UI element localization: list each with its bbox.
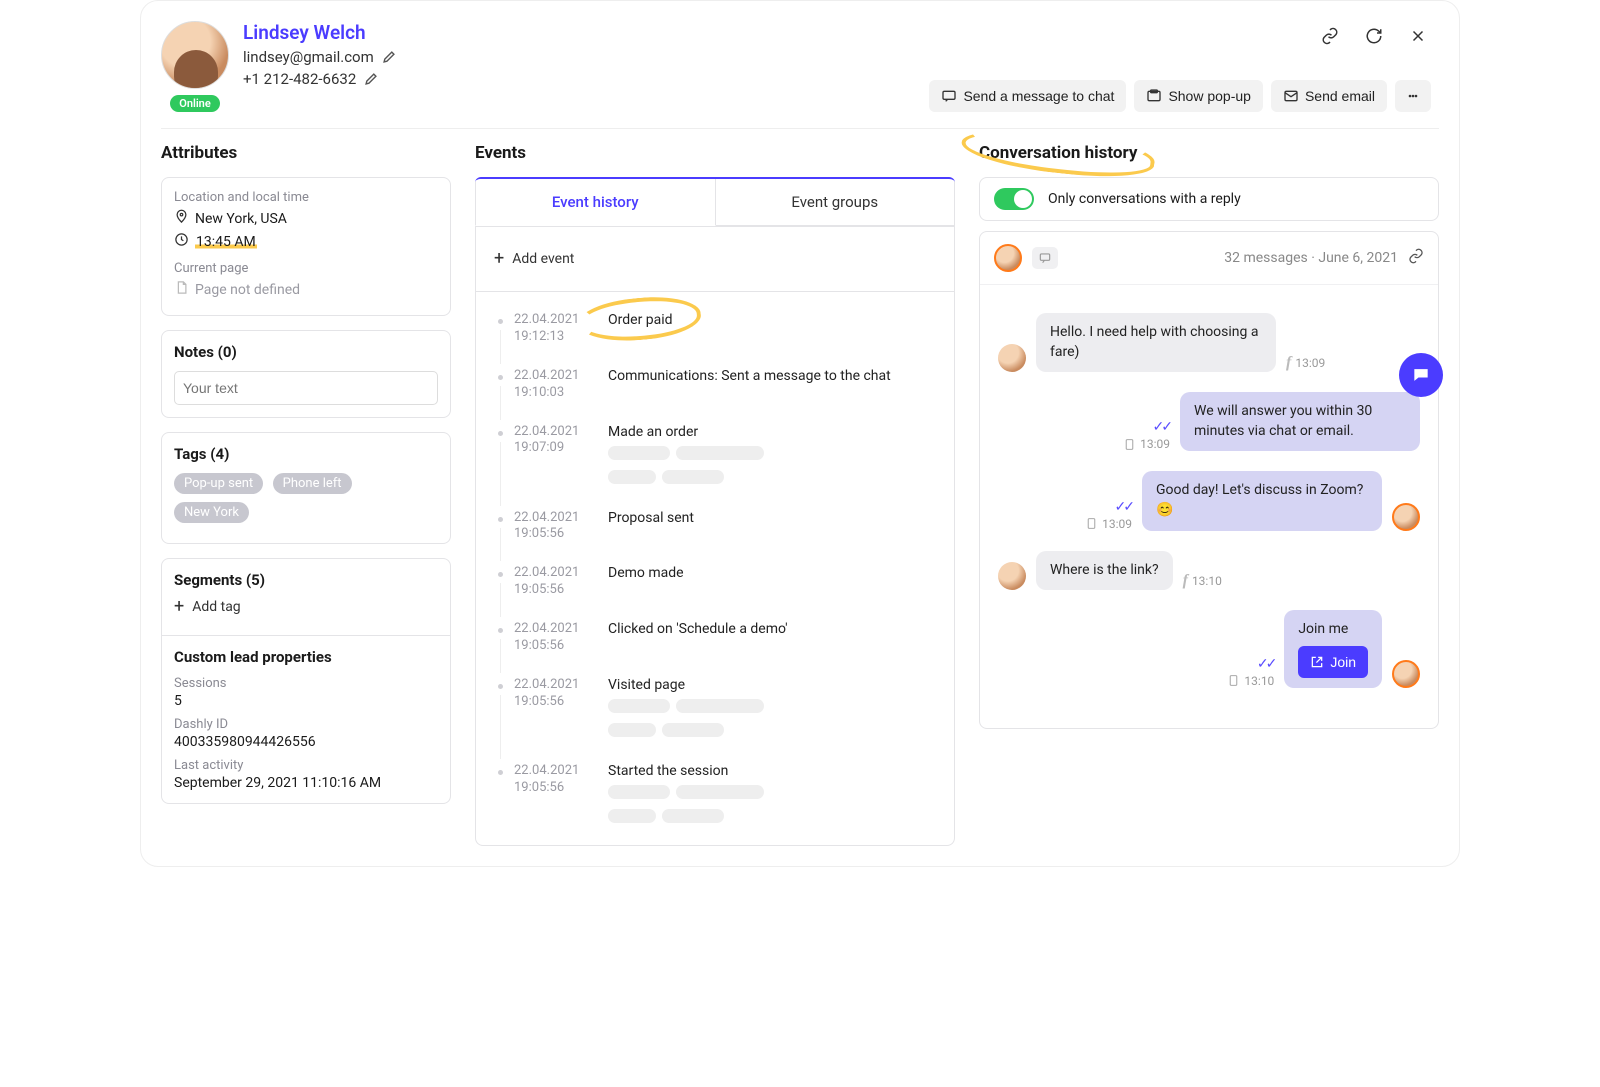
timeline-item: 22.04.202119:05:56Proposal sent xyxy=(476,502,954,558)
custom-lead-title: Custom lead properties xyxy=(174,648,438,666)
new-message-fab[interactable] xyxy=(1399,353,1443,397)
dashly-id-value: 400335980944426556 xyxy=(174,734,438,750)
current-page-label: Current page xyxy=(174,261,438,276)
delivered-icon: ✓✓ xyxy=(1115,499,1132,515)
customer-avatar xyxy=(998,344,1026,372)
refresh-icon[interactable] xyxy=(1361,23,1387,49)
custom-lead-card: Custom lead properties Sessions 5 Dashly… xyxy=(161,635,451,804)
current-page-value: Page not defined xyxy=(195,282,300,298)
conversation-filter-row: Only conversations with a reply xyxy=(979,177,1439,221)
last-activity-label: Last activity xyxy=(174,758,438,773)
profile-header: Online Lindsey Welch lindsey@gmail.com +… xyxy=(161,1,1439,129)
link-icon[interactable] xyxy=(1317,23,1343,49)
location-value: New York, USA xyxy=(195,211,287,227)
segments-card: Segments (5) +Add tag xyxy=(161,558,451,635)
notes-title: Notes (0) xyxy=(174,343,438,361)
tab-event-groups[interactable]: Event groups xyxy=(716,179,956,226)
tag-item[interactable]: Pop-up sent xyxy=(174,473,263,494)
send-message-button[interactable]: Send a message to chat xyxy=(929,80,1126,112)
timeline-item: 22.04.202119:05:56Started the session xyxy=(476,755,954,841)
local-time-value: 13:45 AM xyxy=(195,234,257,250)
timeline-item: 22.04.202119:05:56Demo made xyxy=(476,557,954,613)
attributes-title: Attributes xyxy=(161,143,451,163)
tags-title: Tags (4) xyxy=(174,445,438,463)
delivered-icon: ✓✓ xyxy=(1257,656,1274,672)
more-actions-button[interactable] xyxy=(1395,80,1431,112)
chat-channel-icon xyxy=(1032,247,1058,269)
timeline-item: 22.04.202119:12:13Order paid xyxy=(476,304,954,360)
sessions-label: Sessions xyxy=(174,676,438,691)
notes-card: Notes (0) xyxy=(161,330,451,418)
tab-event-history[interactable]: Event history xyxy=(475,179,716,226)
join-button[interactable]: Join xyxy=(1298,646,1368,678)
timeline-item: 22.04.202119:10:03Communications: Sent a… xyxy=(476,360,954,416)
operator-avatar xyxy=(994,244,1022,272)
chat-area: Hello. I need help with choosing a fare)… xyxy=(980,285,1438,728)
user-name[interactable]: Lindsey Welch xyxy=(243,21,1439,44)
user-phone: +1 212-482-6632 xyxy=(243,70,356,88)
operator-avatar xyxy=(1392,503,1420,531)
delivered-icon: ✓✓ xyxy=(1153,419,1170,435)
add-tag-button[interactable]: +Add tag xyxy=(174,599,438,615)
user-avatar xyxy=(161,21,229,89)
notes-input[interactable] xyxy=(174,371,438,405)
chat-message: We will answer you within 30 minutes via… xyxy=(1180,392,1420,451)
reply-filter-label: Only conversations with a reply xyxy=(1048,191,1241,207)
edit-phone-icon[interactable] xyxy=(364,72,378,86)
send-email-button[interactable]: Send email xyxy=(1271,80,1387,112)
tag-item[interactable]: Phone left xyxy=(273,473,352,494)
conversation-title: Conversation history xyxy=(979,143,1137,163)
tag-item[interactable]: New York xyxy=(174,502,249,523)
operator-avatar xyxy=(1392,660,1420,688)
close-icon[interactable] xyxy=(1405,23,1431,49)
event-tabs: Event history Event groups xyxy=(475,177,955,227)
facebook-icon: f xyxy=(1183,572,1188,590)
customer-avatar xyxy=(998,562,1026,590)
reply-filter-toggle[interactable] xyxy=(994,188,1034,210)
chat-message: Good day! Let's discuss in Zoom? 😊 xyxy=(1142,471,1382,530)
events-title: Events xyxy=(475,143,955,163)
clock-icon xyxy=(174,232,189,251)
page-icon xyxy=(174,280,189,299)
timeline-item: 22.04.202119:05:56Clicked on 'Schedule a… xyxy=(476,613,954,669)
chat-message: Where is the link? xyxy=(1036,551,1173,591)
sessions-value: 5 xyxy=(174,693,438,709)
user-email: lindsey@gmail.com xyxy=(243,48,374,66)
status-badge: Online xyxy=(170,95,220,112)
dashly-id-label: Dashly ID xyxy=(174,717,438,732)
segments-title: Segments (5) xyxy=(174,571,438,589)
show-popup-button[interactable]: Show pop-up xyxy=(1134,80,1263,112)
edit-email-icon[interactable] xyxy=(382,50,396,64)
attributes-card: Location and local time New York, USA 13… xyxy=(161,177,451,316)
pin-icon xyxy=(174,209,189,228)
tags-card: Tags (4) Pop-up sent Phone left New York xyxy=(161,432,451,544)
chat-message: Hello. I need help with choosing a fare) xyxy=(1036,313,1276,372)
last-activity-value: September 29, 2021 11:10:16 AM xyxy=(174,775,438,791)
conversation-meta-text: 32 messages · June 6, 2021 xyxy=(1224,250,1398,266)
conversation-link-icon[interactable] xyxy=(1408,248,1424,268)
loc-label: Location and local time xyxy=(174,190,438,205)
timeline-item: 22.04.202119:05:56Visited page xyxy=(476,669,954,755)
chat-message: Join me xyxy=(1298,620,1368,640)
timeline-item: 22.04.202119:07:09Made an order xyxy=(476,416,954,502)
facebook-icon: f xyxy=(1286,354,1291,372)
add-event-button[interactable]: +Add event xyxy=(494,251,936,267)
